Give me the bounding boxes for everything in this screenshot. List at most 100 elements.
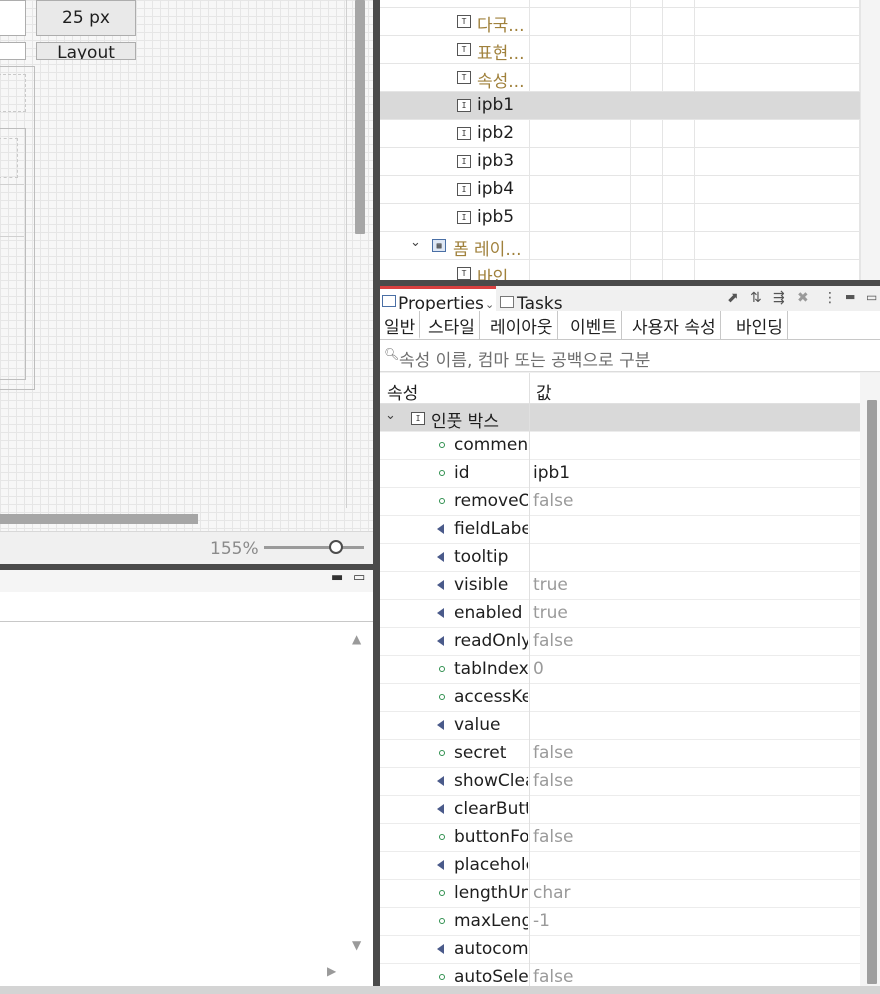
property-value[interactable]: false [533, 631, 573, 651]
canvas-vertical-scrollbar[interactable] [355, 0, 365, 234]
property-row[interactable]: id ipb1 [380, 460, 860, 488]
property-row[interactable]: clearButt [380, 796, 860, 824]
property-value[interactable]: -1 [533, 911, 550, 931]
tree-item-label: ipb1 [477, 95, 515, 115]
chevron-down-icon[interactable]: ⌄ [385, 408, 396, 423]
tree-row[interactable] [380, 0, 860, 8]
property-value[interactable]: false [533, 827, 573, 847]
property-row[interactable]: buttonFo false [380, 824, 860, 852]
property-value[interactable]: false [533, 491, 573, 511]
lower-left-panel-body[interactable] [0, 622, 373, 992]
scroll-right-arrow-icon[interactable]: ▶ [327, 964, 336, 978]
zoom-slider-thumb[interactable] [329, 540, 343, 554]
tree-row[interactable]: T 다국... [380, 8, 860, 36]
property-row[interactable]: autocom [380, 936, 860, 964]
column-header-value[interactable]: 값 [536, 379, 552, 404]
column-header-property[interactable]: 속성 [387, 379, 418, 404]
delete-icon[interactable]: ✖ [797, 290, 809, 306]
canvas-divider-1 [0, 184, 24, 185]
tab-events[interactable]: 이벤트 [566, 311, 622, 339]
design-canvas[interactable]: 25 px Layout [0, 0, 373, 531]
property-row[interactable]: secret false [380, 740, 860, 768]
outline-vertical-scrollbar[interactable] [860, 0, 880, 280]
tree-row[interactable]: I ipb2 [380, 120, 860, 148]
property-row[interactable]: tabIndex 0 [380, 656, 860, 684]
tab-user-properties[interactable]: 사용자 속성 [628, 311, 721, 339]
canvas-horizontal-scrollbar[interactable] [0, 514, 198, 524]
tree-row-selected[interactable]: I ipb1 [380, 92, 860, 120]
property-value[interactable]: true [533, 575, 568, 595]
property-grid-header [380, 373, 860, 404]
property-column-divider[interactable] [529, 373, 530, 994]
zoom-slider-track[interactable] [264, 546, 364, 549]
property-row[interactable]: lengthUn char [380, 880, 860, 908]
canvas-cell-1[interactable] [0, 74, 26, 112]
property-row[interactable]: maxLengt -1 [380, 908, 860, 936]
scroll-up-arrow-icon[interactable]: ▲ [352, 632, 361, 646]
property-row[interactable]: comment [380, 432, 860, 460]
tree-row[interactable]: I ipb4 [380, 176, 860, 204]
maximize-icon[interactable]: ▭ [866, 290, 877, 304]
property-event-icon [437, 720, 444, 730]
layout-button[interactable]: Layout [36, 42, 136, 60]
vertical-sash[interactable] [373, 0, 380, 994]
property-dot-icon [439, 890, 445, 896]
chevron-down-icon[interactable]: ⌄ [485, 298, 494, 311]
property-value[interactable]: 0 [533, 659, 544, 679]
tree-row[interactable]: I ipb3 [380, 148, 860, 176]
chevron-down-icon[interactable]: ⌄ [410, 235, 421, 250]
minimize-icon[interactable]: ▬ [845, 290, 855, 303]
pin-icon[interactable]: ⬈ [727, 290, 739, 306]
property-value[interactable]: char [533, 883, 571, 903]
property-row[interactable]: showClea false [380, 768, 860, 796]
property-category-label: 인풋 박스 [431, 412, 499, 432]
property-row[interactable]: accessKe [380, 684, 860, 712]
filter-advanced-icon[interactable]: ⇶ [773, 290, 785, 306]
outline-tree[interactable]: T 다국... T 표현... T 속성... I ipb1 I ipb2 I … [380, 0, 880, 280]
input-box-icon: I [457, 127, 471, 140]
minimize-icon[interactable]: ▬ [331, 570, 343, 585]
view-menu-icon[interactable]: ⋮ [823, 290, 837, 306]
property-row[interactable]: value [380, 712, 860, 740]
search-icon: 🔍︎ [384, 347, 400, 361]
property-row[interactable]: fieldLabe [380, 516, 860, 544]
property-row[interactable]: tooltip [380, 544, 860, 572]
lower-left-panel-toolbar [0, 592, 373, 622]
tree-row[interactable]: T 바인 [380, 260, 860, 280]
property-row[interactable]: placeholc [380, 852, 860, 880]
canvas-input-field[interactable] [0, 0, 26, 36]
property-value[interactable]: false [533, 743, 573, 763]
tree-row[interactable]: T 표현... [380, 36, 860, 64]
property-value[interactable]: ipb1 [533, 463, 570, 483]
tree-row[interactable]: I ipb5 [380, 204, 860, 232]
property-value[interactable]: false [533, 771, 573, 791]
size-field[interactable]: 25 px [36, 0, 136, 36]
property-event-icon [437, 804, 444, 814]
property-name: fieldLabe [454, 519, 528, 539]
tab-style[interactable]: 스타일 [424, 311, 480, 339]
text-component-icon: T [457, 267, 471, 280]
tree-row[interactable]: ⌄ ▦ 폼 레이... [380, 232, 860, 260]
property-name: id [454, 463, 470, 483]
property-value[interactable]: true [533, 603, 568, 623]
canvas-field-2[interactable] [0, 42, 26, 60]
property-category-row[interactable]: ⌄ I 인풋 박스 [380, 404, 860, 432]
sort-icon[interactable]: ⇅ [750, 290, 762, 306]
property-row[interactable]: removeO false [380, 488, 860, 516]
properties-scrollbar-thumb[interactable] [867, 400, 877, 984]
property-name: readOnly [454, 631, 528, 651]
property-row[interactable]: enabled true [380, 600, 860, 628]
size-field-value: 25 px [62, 8, 110, 28]
scroll-down-arrow-icon[interactable]: ▼ [352, 938, 361, 952]
tab-binding[interactable]: 바인딩 [732, 311, 788, 339]
property-dot-icon [439, 918, 445, 924]
tab-general[interactable]: 일반 [380, 311, 421, 339]
maximize-icon[interactable]: ▭ [353, 570, 365, 585]
tree-row[interactable]: T 속성... [380, 64, 860, 92]
tab-layout[interactable]: 레이아웃 [486, 311, 558, 339]
property-row[interactable]: visible true [380, 572, 860, 600]
property-grid[interactable]: ⌄ I 인풋 박스 comment id ipb1 removeO false … [380, 404, 860, 994]
property-row[interactable]: readOnly false [380, 628, 860, 656]
property-value[interactable]: false [533, 967, 573, 987]
canvas-cell-2[interactable] [0, 138, 18, 178]
